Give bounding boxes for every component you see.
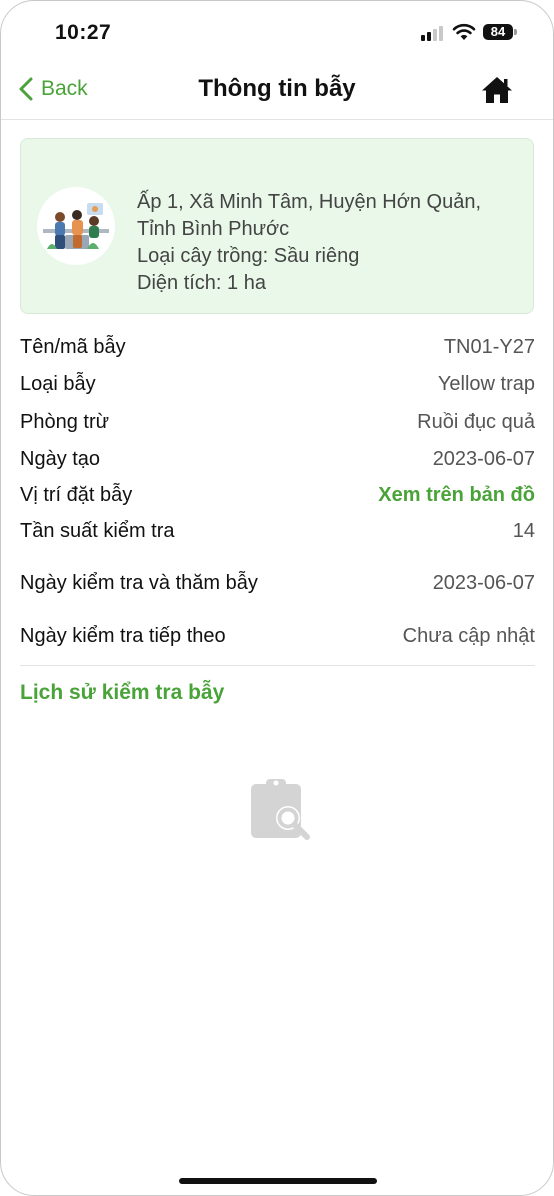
trap-inspection-history-link[interactable]: Lịch sử kiểm tra bẫy <box>20 681 224 705</box>
section-divider <box>20 665 535 666</box>
farm-area: Diện tích: 1 ha <box>137 272 266 294</box>
trap-details: Tên/mã bẫy TN01-Y27 Loại bẫy Yellow trap… <box>20 329 535 655</box>
detail-value: Yellow trap <box>437 372 535 395</box>
detail-value: Ruồi đục quả <box>417 410 535 433</box>
detail-label: Ngày kiểm tra tiếp theo <box>20 624 226 647</box>
wifi-icon <box>452 23 476 40</box>
detail-row-trap-location: Vị trí đặt bẫy Xem trên bản đồ <box>20 477 535 513</box>
home-button[interactable] <box>481 76 513 109</box>
clipboard-search-icon <box>251 779 310 840</box>
detail-label: Tần suất kiểm tra <box>20 519 175 542</box>
home-icon <box>482 77 512 103</box>
back-label: Back <box>41 77 88 100</box>
battery-tip <box>514 29 517 35</box>
address-line-2: Tỉnh Bình Phước <box>137 218 290 240</box>
detail-value: 2023-06-07 <box>432 447 535 470</box>
phone-screen: 10:27 84 Back Thông tin bẫy Ấp 1, Xã Min… <box>0 0 554 1196</box>
crop-type: Loại cây trồng: Sầu riêng <box>137 245 360 267</box>
farm-details: Ấp 1, Xã Minh Tâm, Huyện Hớn Quản, Tỉnh … <box>137 189 521 297</box>
detail-value: 2023-06-07 <box>432 571 535 594</box>
farm-info-card: Ấp 1, Xã Minh Tâm, Huyện Hớn Quản, Tỉnh … <box>20 138 534 314</box>
detail-value: 14 <box>512 519 535 542</box>
address-line-1: Ấp 1, Xã Minh Tâm, Huyện Hớn Quản, <box>137 191 482 213</box>
detail-row-next-check-date: Ngày kiểm tra tiếp theo Chưa cập nhật <box>20 617 535 655</box>
battery-indicator: 84 <box>483 24 513 40</box>
detail-label: Vị trí đặt bẫy <box>20 483 133 506</box>
detail-row-trap-code: Tên/mã bẫy TN01-Y27 <box>20 329 535 365</box>
navigation-bar: Back Thông tin bẫy <box>1 61 553 120</box>
cellular-signal-icon <box>421 25 445 41</box>
detail-row-trap-type: Loại bẫy Yellow trap <box>20 365 535 403</box>
chevron-left-icon <box>19 77 33 101</box>
detail-label: Tên/mã bẫy <box>20 335 126 358</box>
detail-row-pest-control: Phòng trừ Ruồi đục quả <box>20 403 535 441</box>
detail-row-check-frequency: Tần suất kiểm tra 14 <box>20 513 535 549</box>
back-button[interactable]: Back <box>19 77 88 101</box>
detail-value: Chưa cập nhật <box>402 624 535 647</box>
detail-label: Phòng trừ <box>20 410 109 433</box>
detail-value: TN01-Y27 <box>443 335 535 358</box>
detail-row-last-check-date: Ngày kiểm tra và thăm bẫy 2023-06-07 <box>20 549 535 617</box>
status-time: 10:27 <box>55 21 112 44</box>
detail-label: Ngày tạo <box>20 447 101 470</box>
detail-label: Ngày kiểm tra và thăm bẫy <box>20 572 258 594</box>
view-on-map-link[interactable]: Xem trên bản đồ <box>378 484 535 507</box>
detail-label: Loại bẫy <box>20 372 96 395</box>
farmers-illustration <box>38 188 114 264</box>
detail-row-created-date: Ngày tạo 2023-06-07 <box>20 441 535 477</box>
status-bar: 10:27 84 <box>1 1 553 61</box>
farm-avatar <box>37 187 115 265</box>
home-indicator <box>179 1178 377 1184</box>
